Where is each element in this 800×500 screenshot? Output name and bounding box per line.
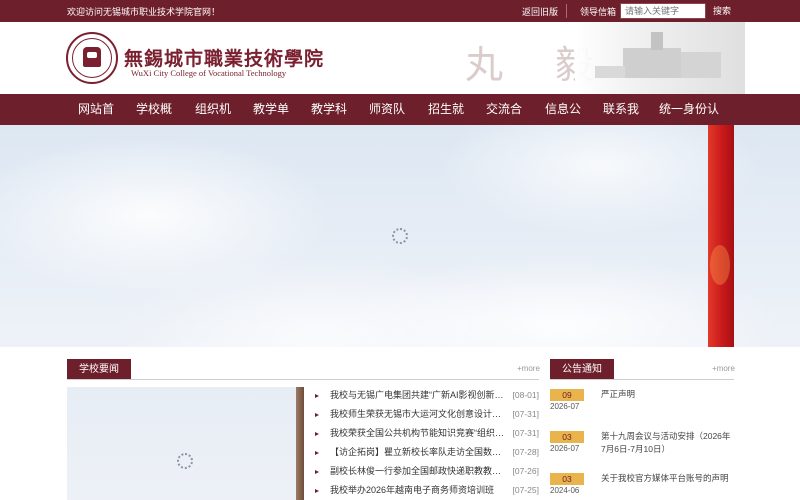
- news-item-date: [07-31]: [512, 409, 539, 419]
- loading-spinner-icon: [392, 228, 408, 244]
- bullet-arrow-icon: [315, 451, 319, 455]
- nav-research[interactable]: 教学科研: [306, 94, 352, 147]
- old-version-link[interactable]: 返回旧版: [522, 5, 558, 18]
- search-button[interactable]: 搜索: [706, 3, 738, 19]
- notice-section-title: 公告通知: [550, 359, 614, 380]
- notice-item[interactable]: 03 2026-07 第十九周会议与活动安排（2026年7月6日-7月10日）: [550, 431, 734, 467]
- notice-title[interactable]: 关于我校官方媒体平台账号的声明: [601, 472, 734, 485]
- nav-organization[interactable]: 组织机构: [190, 94, 236, 147]
- notice-section-divider: [550, 379, 734, 380]
- news-item[interactable]: 我校荣获全国公共机构节能知识竞赛“组织优... [07-31]: [315, 424, 539, 443]
- campus-building-image: [575, 22, 745, 94]
- leader-mailbox-link[interactable]: 领导信箱: [580, 5, 616, 18]
- notice-more-link[interactable]: +more: [712, 364, 735, 373]
- notice-title[interactable]: 第十九周会议与活动安排（2026年7月6日-7月10日）: [601, 430, 734, 456]
- notice-year-month: 2024-06: [550, 486, 580, 495]
- notice-item[interactable]: 03 2024-06 关于我校官方媒体平台账号的声明: [550, 473, 734, 500]
- search-input[interactable]: [620, 3, 706, 19]
- news-item-title[interactable]: 我校荣获全国公共机构节能知识竞赛“组织优...: [330, 424, 505, 443]
- news-item-title[interactable]: 副校长林俊一行参加全国邮政快递职教教指...: [330, 462, 505, 481]
- bullet-arrow-icon: [315, 489, 319, 493]
- content-area: 学校要闻 +more 我校与无锡广电集团共建“广新AI影视创新班” [08-01…: [0, 347, 800, 500]
- hero-banner[interactable]: [0, 125, 800, 347]
- notice-title[interactable]: 严正声明: [601, 388, 734, 401]
- news-item-title[interactable]: 我校师生荣获无锡市大运河文化创意设计大...: [330, 405, 505, 424]
- notice-day-badge: 09: [550, 389, 584, 401]
- nav-disclosure[interactable]: 信息公开: [540, 94, 586, 147]
- news-item-date: [07-26]: [512, 466, 539, 476]
- bullet-arrow-icon: [315, 394, 319, 398]
- school-seal-icon[interactable]: [66, 32, 118, 84]
- image-edge: [296, 387, 304, 500]
- notice-day-badge: 03: [550, 431, 584, 443]
- main-nav: 网站首页 学校概况 组织机构 教学单位 教学科研 师资队伍 招生就业 交流合作 …: [0, 94, 800, 147]
- news-item[interactable]: 我校师生荣获无锡市大运河文化创意设计大... [07-31]: [315, 405, 539, 424]
- news-item-title[interactable]: 我校举办2026年越南电子商务师资培训班: [330, 481, 505, 500]
- red-flag-decoration: [708, 125, 734, 347]
- news-item-date: [07-31]: [512, 428, 539, 438]
- news-more-link[interactable]: +more: [517, 364, 540, 373]
- news-item-title[interactable]: 我校与无锡广电集团共建“广新AI影视创新班”: [330, 386, 505, 405]
- news-item[interactable]: 【访企拓岗】瞿立新校长率队走访全国数智... [07-28]: [315, 443, 539, 462]
- news-item[interactable]: 我校举办2026年越南电子商务师资培训班 [07-25]: [315, 481, 539, 500]
- nav-faculty[interactable]: 师资队伍: [364, 94, 410, 147]
- nav-exchange[interactable]: 交流合作: [481, 94, 527, 147]
- news-featured-image[interactable]: [67, 387, 304, 500]
- notice-day-badge: 03: [550, 473, 584, 485]
- news-item-date: [07-28]: [512, 447, 539, 457]
- topbar-divider: [566, 4, 567, 18]
- bullet-arrow-icon: [315, 413, 319, 417]
- loading-spinner-icon: [177, 453, 193, 469]
- news-item-date: [07-25]: [512, 485, 539, 495]
- nav-unified-auth[interactable]: 统一身份认证: [656, 94, 722, 147]
- news-section-title: 学校要闻: [67, 359, 131, 380]
- welcome-text: 欢迎访问无锡城市职业技术学院官网！: [67, 7, 221, 17]
- nav-departments[interactable]: 教学单位: [248, 94, 294, 147]
- news-item-title[interactable]: 【访企拓岗】瞿立新校长率队走访全国数智...: [330, 443, 505, 462]
- school-name-cn[interactable]: 無錫城市職業技術學院: [124, 44, 324, 71]
- site-header: 無錫城市職業技術學院 WuXi City College of Vocation…: [0, 22, 800, 94]
- top-bar: 欢迎访问无锡城市职业技术学院官网！ 返回旧版 领导信箱 搜索: [0, 0, 800, 22]
- school-name-en: WuXi City College of Vocational Technolo…: [131, 68, 287, 78]
- notice-item[interactable]: 09 2026-07 严正声明: [550, 389, 734, 425]
- news-item[interactable]: 副校长林俊一行参加全国邮政快递职教教指... [07-26]: [315, 462, 539, 481]
- bullet-arrow-icon: [315, 470, 319, 474]
- notice-year-month: 2026-07: [550, 402, 580, 411]
- news-item-date: [08-01]: [512, 390, 539, 400]
- nav-admissions[interactable]: 招生就业: [423, 94, 469, 147]
- nav-contact[interactable]: 联系我们: [598, 94, 644, 147]
- notice-year-month: 2026-07: [550, 444, 580, 453]
- nav-about[interactable]: 学校概况: [131, 94, 177, 147]
- news-item[interactable]: 我校与无锡广电集团共建“广新AI影视创新班” [08-01]: [315, 386, 539, 405]
- news-section-divider: [67, 379, 539, 380]
- bullet-arrow-icon: [315, 432, 319, 436]
- nav-home[interactable]: 网站首页: [73, 94, 119, 147]
